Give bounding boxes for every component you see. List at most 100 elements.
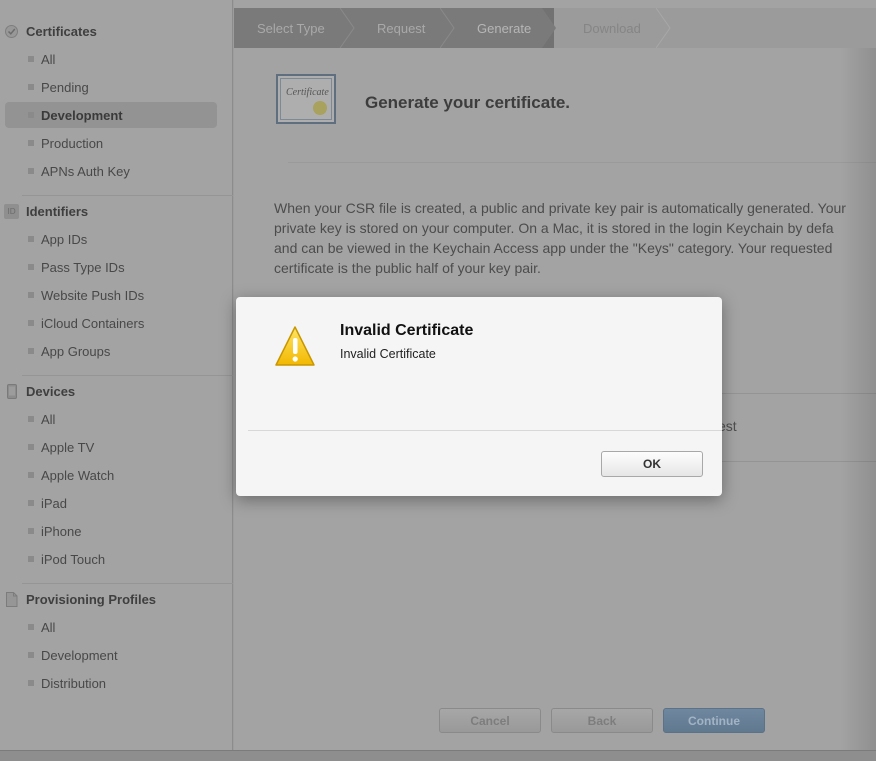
sidebar-item-label: All — [41, 411, 56, 427]
sidebar-item-pending[interactable]: Pending — [5, 74, 217, 100]
certificate-icon-text: Certificate — [286, 87, 329, 98]
sidebar-item-production[interactable]: Production — [5, 130, 217, 156]
description-line: When your CSR file is created, a public … — [274, 200, 846, 216]
sidebar-item-development-profiles[interactable]: Development — [5, 642, 217, 668]
section-title: Identifiers — [26, 203, 89, 219]
bottom-bar — [0, 750, 876, 761]
continue-button[interactable]: Continue — [663, 708, 765, 733]
bullet — [28, 444, 34, 450]
bullet — [28, 624, 34, 630]
bullet — [28, 652, 34, 658]
sidebar-item-label: iPod Touch — [41, 551, 106, 567]
section-divider — [22, 195, 233, 196]
sidebar-item-all-profiles[interactable]: All — [5, 614, 217, 640]
sidebar-item-label: Pass Type IDs — [41, 259, 125, 275]
bullet — [28, 140, 34, 146]
bullet — [28, 416, 34, 422]
sidebar-item-label: iPad — [41, 495, 68, 511]
panel-shadow — [840, 48, 876, 750]
sidebar-item-icloud-containers[interactable]: iCloud Containers — [5, 310, 217, 336]
sidebar-item-label: Apple TV — [41, 439, 95, 455]
section-title: Devices — [26, 383, 76, 399]
section-divider — [22, 375, 233, 376]
dialog-message: Invalid Certificate — [340, 347, 436, 361]
top-strip — [234, 0, 876, 8]
step-download: Download — [583, 20, 641, 36]
sidebar-item-label: Distribution — [41, 675, 107, 691]
id-icon: ID — [4, 203, 19, 219]
dialog-divider — [248, 430, 722, 431]
step-request: Request — [377, 20, 426, 36]
sidebar-item-label: APNs Auth Key — [41, 163, 130, 179]
description-line: certificate is the public half of your k… — [274, 260, 541, 276]
sidebar-item-website-push-ids[interactable]: Website Push IDs — [5, 282, 217, 308]
step-progress-bar: Select Type Request Generate Download — [234, 8, 876, 48]
sidebar-item-label: Apple Watch — [41, 467, 115, 483]
bullet — [28, 56, 34, 62]
sidebar-item-all-certificates[interactable]: All — [5, 46, 217, 72]
divider — [288, 162, 876, 163]
bullet — [28, 348, 34, 354]
bullet — [28, 528, 34, 534]
bullet — [28, 264, 34, 270]
sidebar-item-label: iCloud Containers — [41, 315, 145, 331]
section-provisioning-profiles[interactable]: Provisioning Profiles — [0, 588, 233, 610]
device-icon — [4, 383, 19, 399]
step-select-type: Select Type — [257, 20, 325, 36]
description-line: private key is stored on your computer. … — [274, 220, 834, 236]
sidebar-item-label: iPhone — [41, 523, 82, 539]
sidebar-item-all-devices[interactable]: All — [5, 406, 217, 432]
sidebar-item-label: Development — [41, 647, 118, 663]
sidebar-item-label: All — [41, 619, 56, 635]
ok-button[interactable]: OK — [601, 451, 703, 477]
sidebar-item-ipod-touch[interactable]: iPod Touch — [5, 546, 217, 572]
description-line: and can be viewed in the Keychain Access… — [274, 240, 833, 256]
bullet — [28, 500, 34, 506]
alert-dialog: Invalid Certificate Invalid Certificate … — [236, 297, 722, 496]
sidebar-item-iphone[interactable]: iPhone — [5, 518, 217, 544]
step-chevrons — [234, 8, 671, 48]
step-generate: Generate — [477, 20, 532, 36]
bullet — [28, 112, 34, 118]
sidebar-item-pass-type-ids[interactable]: Pass Type IDs — [5, 254, 217, 280]
bullet — [28, 168, 34, 174]
warning-icon — [275, 326, 315, 366]
section-devices[interactable]: Devices — [0, 380, 233, 402]
bullet — [28, 292, 34, 298]
certificate-image-icon: Certificate — [276, 74, 336, 124]
sidebar-item-ipad[interactable]: iPad — [5, 490, 217, 516]
bullet — [28, 84, 34, 90]
sidebar-item-app-groups[interactable]: App Groups — [5, 338, 217, 364]
page-title: Generate your certificate. — [365, 93, 571, 112]
bullet — [28, 236, 34, 242]
section-title: Certificates — [26, 23, 97, 39]
sidebar-item-label: Production — [41, 135, 104, 151]
certificate-seal-icon — [313, 101, 327, 115]
document-icon — [4, 591, 19, 607]
sidebar-item-label: Development — [41, 107, 123, 123]
sidebar-item-apple-watch[interactable]: Apple Watch — [5, 462, 217, 488]
sidebar-item-apns-auth-key[interactable]: APNs Auth Key — [5, 158, 217, 184]
sidebar-item-label: App IDs — [41, 231, 88, 247]
sidebar-item-label: App Groups — [41, 343, 111, 359]
sidebar: Certificates All Pending Development Pro… — [0, 0, 233, 750]
section-divider — [22, 583, 233, 584]
sidebar-item-apple-tv[interactable]: Apple TV — [5, 434, 217, 460]
bullet — [28, 556, 34, 562]
description-text: When your CSR file is created, a public … — [274, 198, 876, 278]
sidebar-item-distribution[interactable]: Distribution — [5, 670, 217, 696]
section-certificates[interactable]: Certificates — [0, 20, 233, 42]
certificate-frame: Certificate — [280, 78, 332, 120]
bullet — [28, 680, 34, 686]
certificate-icon — [4, 24, 19, 39]
bullet — [28, 320, 34, 326]
sidebar-item-label: Pending — [41, 79, 89, 95]
back-button[interactable]: Back — [551, 708, 653, 733]
sidebar-item-app-ids[interactable]: App IDs — [5, 226, 217, 252]
sidebar-item-development[interactable]: Development — [5, 102, 217, 128]
sidebar-item-label: Website Push IDs — [41, 287, 145, 303]
section-title: Provisioning Profiles — [26, 591, 157, 607]
section-identifiers[interactable]: ID Identifiers — [0, 200, 233, 222]
cancel-button[interactable]: Cancel — [439, 708, 541, 733]
dialog-title: Invalid Certificate — [340, 322, 474, 339]
